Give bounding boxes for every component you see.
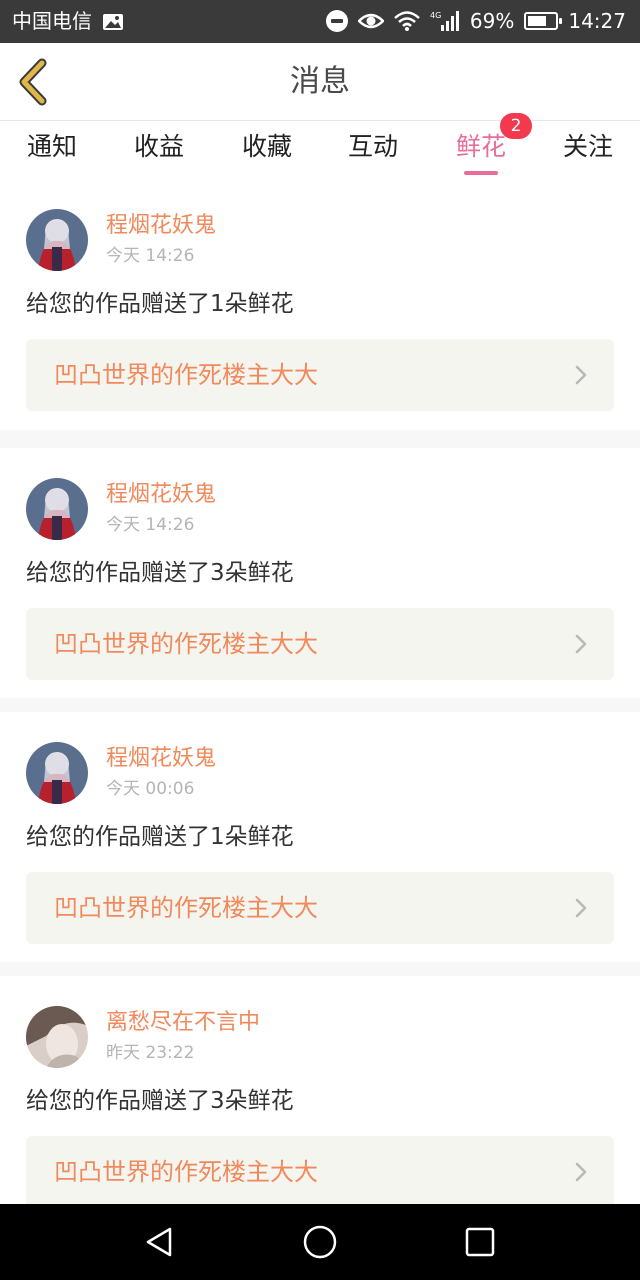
header: 消息	[0, 43, 640, 121]
sender-name[interactable]: 程烟花妖鬼	[106, 746, 216, 772]
work-link[interactable]: 凹凸世界的作死楼主大大	[26, 608, 614, 680]
square-recents-icon	[465, 1227, 495, 1257]
message-text: 给您的作品赠送了3朵鲜花	[26, 1088, 294, 1114]
chevron-right-icon	[575, 898, 587, 918]
status-bar: 中国电信 4G 69% 14:27	[0, 0, 640, 43]
message-time: 今天 00:06	[106, 779, 195, 799]
avatar[interactable]	[26, 209, 88, 271]
carrier-name: 中国电信	[12, 9, 92, 33]
tab-interactions[interactable]: 互动	[320, 121, 426, 179]
message-text: 给您的作品赠送了1朵鲜花	[26, 291, 294, 317]
work-link[interactable]: 凹凸世界的作死楼主大大	[26, 1136, 614, 1204]
battery-percent: 69%	[469, 9, 515, 33]
message-card: 程烟花妖鬼 今天 00:06 给您的作品赠送了1朵鲜花 凹凸世界的作死楼主大大	[0, 712, 640, 962]
chevron-right-icon	[575, 365, 587, 385]
circle-home-icon	[303, 1225, 337, 1259]
message-list[interactable]: 程烟花妖鬼 今天 14:26 给您的作品赠送了1朵鲜花 凹凸世界的作死楼主大大 …	[0, 179, 640, 1204]
tab-label: 通知	[26, 132, 77, 161]
avatar[interactable]	[26, 742, 88, 804]
work-link[interactable]: 凹凸世界的作死楼主大大	[26, 339, 614, 411]
sender-name[interactable]: 程烟花妖鬼	[106, 482, 216, 508]
tab-following[interactable]: 关注	[536, 121, 640, 179]
unread-badge: 2	[500, 113, 532, 139]
active-tab-indicator	[464, 171, 498, 175]
nav-home-button[interactable]	[300, 1222, 340, 1262]
avatar[interactable]	[26, 478, 88, 540]
clock: 14:27	[568, 9, 626, 33]
image-notification-icon	[102, 12, 124, 30]
work-title: 凹凸世界的作死楼主大大	[54, 894, 318, 922]
tab-label: 关注	[562, 132, 613, 161]
message-text: 给您的作品赠送了3朵鲜花	[26, 560, 294, 586]
tab-favorites[interactable]: 收藏	[214, 121, 320, 179]
tab-label: 收益	[133, 132, 184, 161]
tab-label: 互动	[347, 132, 398, 161]
work-title: 凹凸世界的作死楼主大大	[54, 1158, 318, 1186]
message-card: 离愁尽在不言中 昨天 23:22 给您的作品赠送了3朵鲜花 凹凸世界的作死楼主大…	[0, 976, 640, 1204]
tab-label: 收藏	[241, 132, 292, 161]
tab-bar: 通知 收益 收藏 互动 鲜花 2 关注	[0, 113, 640, 179]
work-title: 凹凸世界的作死楼主大大	[54, 361, 318, 389]
tab-notifications[interactable]: 通知	[0, 121, 104, 179]
triangle-back-icon	[146, 1227, 172, 1257]
tab-label: 鲜花	[455, 132, 506, 161]
work-title: 凹凸世界的作死楼主大大	[54, 630, 318, 658]
work-link[interactable]: 凹凸世界的作死楼主大大	[26, 872, 614, 944]
signal-icon: 4G	[430, 10, 460, 32]
wifi-icon	[394, 10, 420, 32]
avatar[interactable]	[26, 1006, 88, 1068]
message-time: 今天 14:26	[106, 515, 195, 535]
sender-name[interactable]: 离愁尽在不言中	[106, 1010, 260, 1036]
chevron-right-icon	[575, 1162, 587, 1182]
message-text: 给您的作品赠送了1朵鲜花	[26, 824, 294, 850]
nav-recents-button[interactable]	[460, 1222, 500, 1262]
message-time: 今天 14:26	[106, 246, 195, 266]
eye-comfort-icon	[357, 11, 385, 31]
sender-name[interactable]: 程烟花妖鬼	[106, 213, 216, 239]
nav-back-button[interactable]	[140, 1222, 180, 1262]
message-time: 昨天 23:22	[106, 1043, 195, 1063]
chevron-right-icon	[575, 634, 587, 654]
network-type-label: 4G	[430, 11, 441, 20]
message-card: 程烟花妖鬼 今天 14:26 给您的作品赠送了1朵鲜花 凹凸世界的作死楼主大大	[0, 179, 640, 430]
battery-icon	[524, 12, 563, 30]
page-title: 消息	[290, 64, 350, 99]
system-navigation-bar	[0, 1204, 640, 1280]
tab-earnings[interactable]: 收益	[106, 121, 212, 179]
message-card: 程烟花妖鬼 今天 14:26 给您的作品赠送了3朵鲜花 凹凸世界的作死楼主大大	[0, 448, 640, 698]
do-not-disturb-icon	[325, 10, 348, 32]
tab-flowers[interactable]: 鲜花 2	[428, 113, 534, 179]
